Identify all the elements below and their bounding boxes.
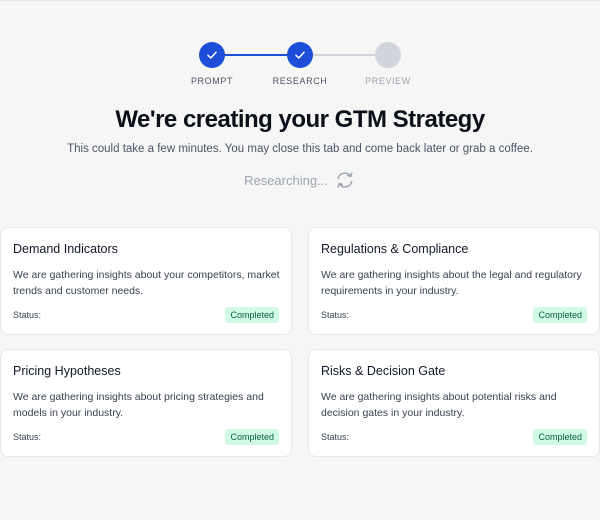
refresh-icon <box>337 172 353 188</box>
status-label: Status: <box>321 310 350 320</box>
step-preview-label: PREVIEW <box>365 76 411 86</box>
step-research-check-icon <box>287 42 313 68</box>
card-description: We are gathering insights about the lega… <box>321 269 582 297</box>
step-preview: PREVIEW <box>343 42 433 86</box>
status-label: Status: <box>13 432 42 442</box>
page-title: We're creating your GTM Strategy <box>115 106 485 133</box>
status-badge: Completed <box>225 307 279 323</box>
card-pricing-hypotheses[interactable]: Pricing Hypotheses We are gathering insi… <box>0 349 292 457</box>
card-title: Demand Indicators <box>13 242 118 256</box>
research-status-text: Researching... <box>244 172 328 188</box>
card-description: We are gathering insights about pricing … <box>13 391 264 419</box>
step-prompt: PROMPT <box>167 42 257 86</box>
top-divider <box>0 0 600 1</box>
card-regulations-compliance[interactable]: Regulations & Compliance We are gatherin… <box>308 227 600 335</box>
status-badge: Completed <box>533 429 587 445</box>
card-title: Risks & Decision Gate <box>321 364 446 378</box>
card-description: We are gathering insights about potentia… <box>321 391 557 419</box>
status-label: Status: <box>13 310 42 320</box>
step-preview-circle <box>375 42 401 68</box>
page-subtitle: This could take a few minutes. You may c… <box>67 143 533 155</box>
status-badge: Completed <box>533 307 587 323</box>
progress-stepper: PROMPT RESEARCH PREVIEW <box>0 42 600 92</box>
step-research-label: RESEARCH <box>272 76 328 86</box>
status-badge: Completed <box>225 429 279 445</box>
card-status-row: Status: Completed <box>321 307 587 323</box>
card-description: We are gathering insights about your com… <box>13 269 280 297</box>
step-research: RESEARCH <box>255 42 345 86</box>
card-title: Pricing Hypotheses <box>13 364 121 378</box>
card-status-row: Status: Completed <box>13 429 279 445</box>
card-status-row: Status: Completed <box>13 307 279 323</box>
card-demand-indicators[interactable]: Demand Indicators We are gathering insig… <box>0 227 292 335</box>
card-title: Regulations & Compliance <box>321 242 469 256</box>
status-label: Status: <box>321 432 350 442</box>
step-prompt-check-icon <box>199 42 225 68</box>
research-status: Researching... <box>0 170 600 190</box>
step-prompt-label: PROMPT <box>190 76 234 86</box>
card-risks-decision-gate[interactable]: Risks & Decision Gate We are gathering i… <box>308 349 600 457</box>
card-status-row: Status: Completed <box>321 429 587 445</box>
